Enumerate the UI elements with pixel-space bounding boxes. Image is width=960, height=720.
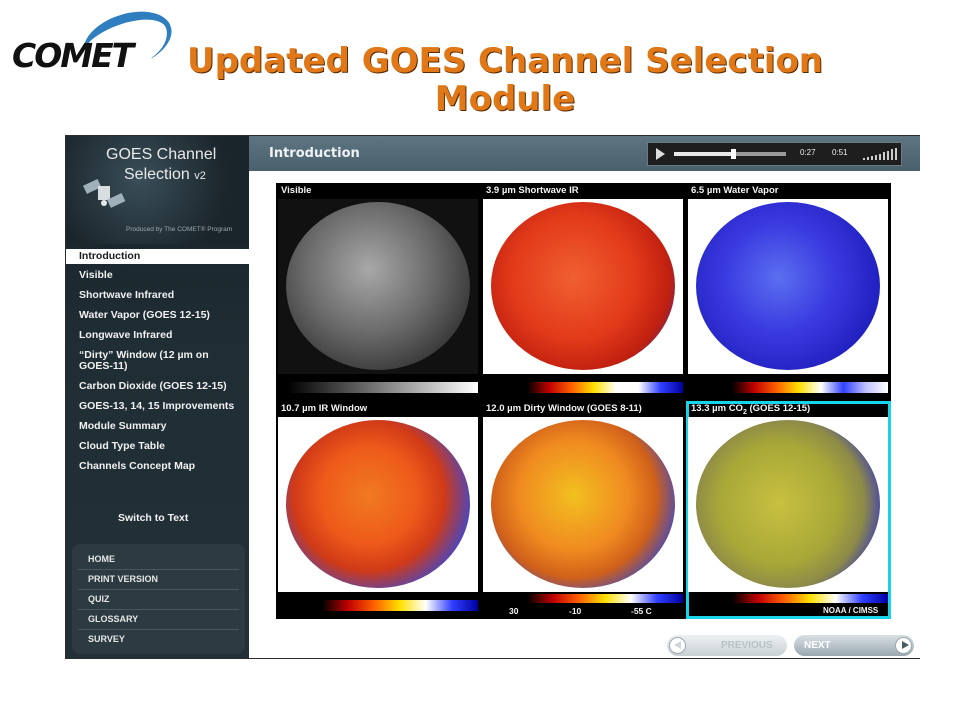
globe-shortwave-ir-image xyxy=(491,202,675,370)
switch-to-text-link[interactable]: Switch to Text xyxy=(118,512,188,524)
channel-image-grid: Visible 3.9 µm Shortwave IR 6.5 µm Water… xyxy=(276,183,891,619)
previous-arrow-icon xyxy=(669,637,686,654)
menu-item-cloud-type-table[interactable]: Cloud Type Table xyxy=(66,441,249,452)
panel-title-suffix: (GOES 12-15) xyxy=(746,403,811,414)
wv-colorbar xyxy=(732,382,888,393)
panel-dirty-window: 12.0 µm Dirty Window (GOES 8-11) 30 -10 … xyxy=(481,401,686,619)
audio-progress-track[interactable] xyxy=(674,149,786,159)
panel-title-prefix: 13.3 µm CO xyxy=(691,403,743,414)
panel-title: 6.5 µm Water Vapor xyxy=(691,185,779,196)
next-button[interactable]: NEXT xyxy=(794,635,914,656)
module-title-selection: Selection xyxy=(124,166,190,183)
satellite-icon xyxy=(83,178,126,208)
panel-title: Visible xyxy=(281,185,312,196)
content-area: Visible 3.9 µm Shortwave IR 6.5 µm Water… xyxy=(249,171,920,658)
globe-dirty-window-image xyxy=(491,420,675,588)
module-title-line1: GOES Channel xyxy=(106,146,217,163)
previous-button-label: PREVIOUS xyxy=(721,640,773,651)
total-time: 0:51 xyxy=(832,148,848,157)
scale-label-mid: -10 xyxy=(569,606,582,616)
module-window: GOES Channel Selection v2 Produced by Th… xyxy=(65,135,920,659)
globe-water-vapor-image xyxy=(696,202,880,370)
produced-by-text: Produced by The COMET® Program xyxy=(126,226,233,233)
image-frame xyxy=(278,199,478,374)
sidebar: GOES Channel Selection v2 Produced by Th… xyxy=(66,136,249,658)
grayscale-colorbar xyxy=(288,382,478,393)
dirty-window-colorbar xyxy=(527,594,683,603)
menu-item-carbon-dioxide[interactable]: Carbon Dioxide (GOES 12-15) xyxy=(66,381,249,392)
menu-item-dirty-window[interactable]: “Dirty” Window (12 µm on GOES-11) xyxy=(66,350,249,372)
chapter-menu: Introduction Visible Shortwave Infrared … xyxy=(66,247,249,481)
image-credit: NOAA / CIMSS xyxy=(823,606,879,615)
panel-title: 10.7 µm IR Window xyxy=(281,403,368,414)
home-link[interactable]: HOME xyxy=(78,550,239,570)
page-title: Introduction xyxy=(269,146,360,161)
scale-label-warm: 30 xyxy=(509,606,519,616)
globe-co2-image xyxy=(696,420,880,588)
survey-link[interactable]: SURVEY xyxy=(78,630,239,649)
module-title-line2: Selection v2 xyxy=(124,166,206,184)
menu-item-longwave-infrared[interactable]: Longwave Infrared xyxy=(66,330,249,341)
glossary-link[interactable]: GLOSSARY xyxy=(78,610,239,630)
menu-item-shortwave-infrared[interactable]: Shortwave Infrared xyxy=(66,290,249,301)
audio-player: 0:27 0:51 xyxy=(647,142,902,166)
panel-ir-window: 10.7 µm IR Window xyxy=(276,401,481,619)
panel-visible: Visible xyxy=(276,183,481,401)
panel-title: 12.0 µm Dirty Window (GOES 8-11) xyxy=(486,403,642,414)
panel-title: 3.9 µm Shortwave IR xyxy=(486,185,579,196)
quiz-link[interactable]: QUIZ xyxy=(78,590,239,610)
image-frame xyxy=(278,417,478,592)
module-banner: GOES Channel Selection v2 Produced by Th… xyxy=(66,136,249,244)
comet-logo-text: COMET xyxy=(12,36,134,75)
panel-water-vapor: 6.5 µm Water Vapor xyxy=(686,183,891,401)
ir-colorbar xyxy=(527,382,683,393)
panel-title: 13.3 µm CO2 (GOES 12-15) xyxy=(691,403,810,416)
menu-item-introduction[interactable]: Introduction xyxy=(66,249,249,264)
globe-ir-window-image xyxy=(286,420,470,588)
volume-icon[interactable] xyxy=(863,148,897,160)
module-version: v2 xyxy=(194,170,206,182)
slide-title: Updated GOES Channel Selection Module xyxy=(186,41,824,119)
image-frame xyxy=(688,417,888,592)
utility-links: HOME PRINT VERSION QUIZ GLOSSARY SURVEY xyxy=(72,544,245,654)
menu-item-channels-concept-map[interactable]: Channels Concept Map xyxy=(66,461,249,472)
panel-shortwave-ir: 3.9 µm Shortwave IR xyxy=(481,183,686,401)
menu-item-visible[interactable]: Visible xyxy=(66,270,249,281)
ir-window-colorbar xyxy=(322,600,478,611)
audio-progress-fill xyxy=(674,152,734,156)
next-arrow-icon xyxy=(895,637,912,654)
image-frame xyxy=(483,199,683,374)
globe-visible-image xyxy=(286,202,470,370)
page-header: Introduction 0:27 0:51 xyxy=(249,136,920,171)
menu-item-water-vapor[interactable]: Water Vapor (GOES 12-15) xyxy=(66,310,249,321)
panel-co2: 13.3 µm CO2 (GOES 12-15) NOAA / CIMSS xyxy=(686,401,891,619)
play-icon[interactable] xyxy=(656,148,665,160)
current-time: 0:27 xyxy=(800,148,816,157)
comet-logo: COMET xyxy=(12,1,179,80)
next-button-label: NEXT xyxy=(804,640,831,651)
scale-label-cold: -55 C xyxy=(631,606,652,616)
image-frame xyxy=(483,417,683,592)
previous-button[interactable]: PREVIOUS xyxy=(667,635,787,656)
audio-scrubber-handle[interactable] xyxy=(731,149,737,159)
print-version-link[interactable]: PRINT VERSION xyxy=(78,570,239,590)
menu-item-module-summary[interactable]: Module Summary xyxy=(66,421,249,432)
menu-item-goes-improvements[interactable]: GOES-13, 14, 15 Improvements xyxy=(66,401,249,412)
co2-colorbar xyxy=(732,594,888,603)
image-frame xyxy=(688,199,888,374)
